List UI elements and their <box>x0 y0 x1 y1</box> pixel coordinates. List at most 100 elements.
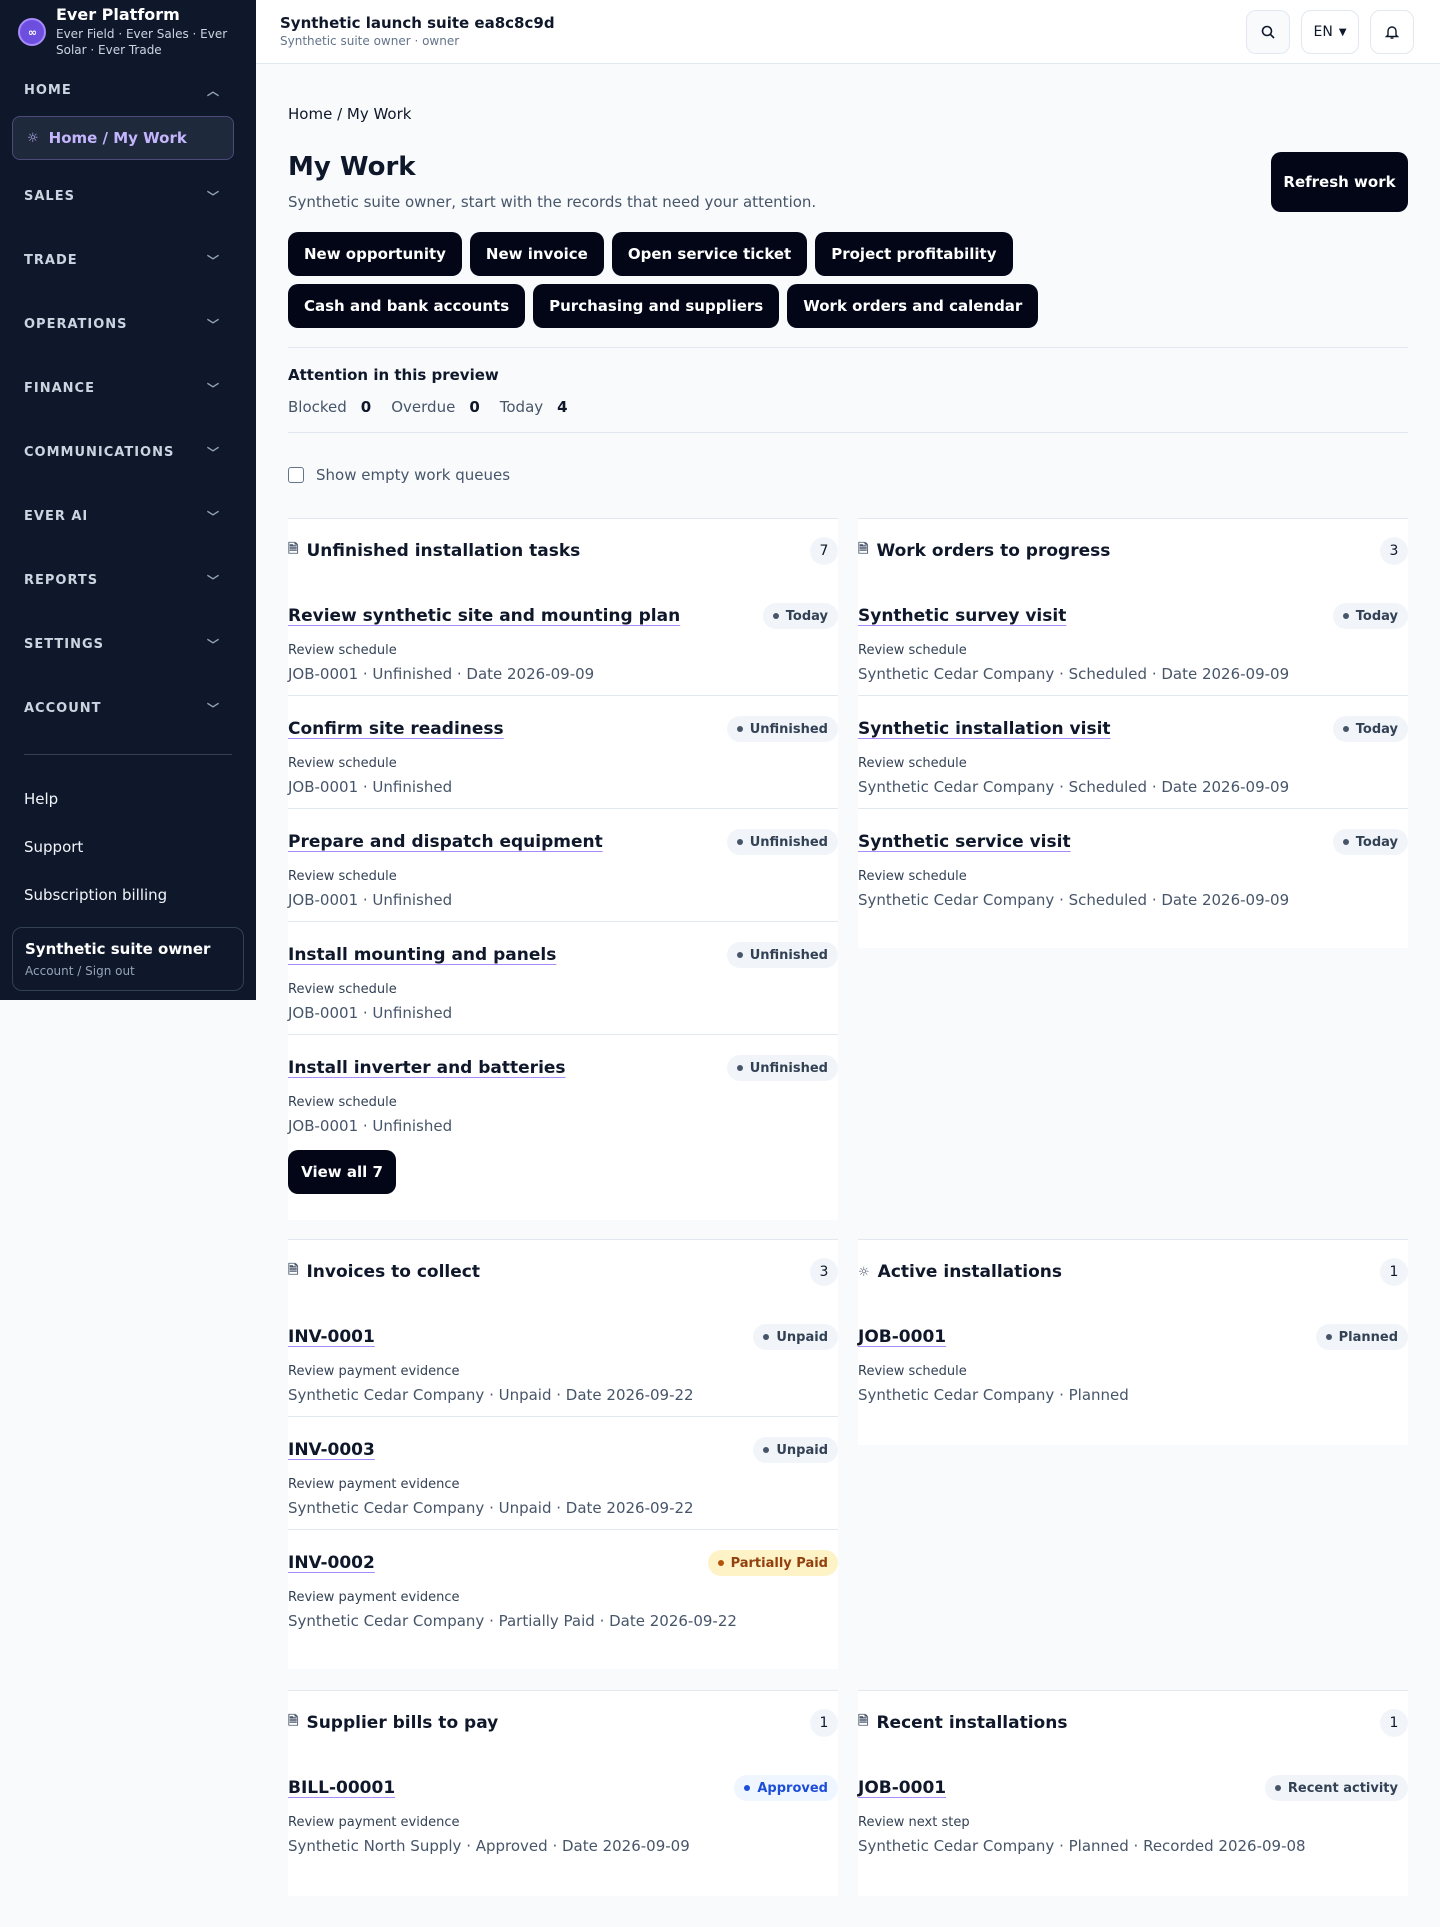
card-title-group: 🗎 Recent installations <box>858 1712 1067 1734</box>
item-link[interactable]: Synthetic installation visit <box>858 719 1111 739</box>
checkbox[interactable] <box>288 467 304 483</box>
item-link[interactable]: Install inverter and batteries <box>288 1058 566 1078</box>
item-meta: Synthetic Cedar Company · Partially Paid… <box>288 1612 737 1630</box>
refresh-work-button[interactable]: Refresh work <box>1271 152 1408 212</box>
document-icon: 🗎 <box>858 542 869 557</box>
nav-section-communications[interactable]: COMMUNICATIONS ﹀ <box>0 420 256 484</box>
item-link[interactable]: JOB-0001 <box>858 1778 946 1798</box>
attention-stats: Blocked 0 Overdue 0 Today 4 <box>288 398 588 416</box>
attention-value: 0 <box>469 398 480 416</box>
item-link[interactable]: Prepare and dispatch equipment <box>288 832 603 852</box>
sun-icon: ☼ <box>858 1264 870 1280</box>
list-item: Synthetic installation visit Today Review … <box>858 696 1408 809</box>
logo-glyph: ∞ <box>27 25 37 39</box>
item-link[interactable]: Confirm site readiness <box>288 719 504 739</box>
status-badge-label: Today <box>1355 834 1398 850</box>
quick-action-button[interactable]: Purchasing and suppliers <box>533 284 780 328</box>
attention-label: Overdue <box>391 398 456 416</box>
nav-section-label: SETTINGS <box>24 636 105 652</box>
support-link[interactable]: Support <box>0 823 256 871</box>
account-name: Synthetic suite owner <box>25 940 211 958</box>
notifications-button[interactable] <box>1370 10 1414 54</box>
document-icon: 🗎 <box>858 1714 869 1729</box>
item-link[interactable]: BILL-00001 <box>288 1778 395 1798</box>
status-badge: Today <box>762 603 838 629</box>
nav-section-trade[interactable]: TRADE ﹀ <box>0 228 256 292</box>
nav-section-settings[interactable]: SETTINGS ﹀ <box>0 612 256 676</box>
chevron-down-icon: ﹀ <box>206 509 220 524</box>
card-supplier-bills: 🗎 Supplier bills to pay 1 BILL-00001 Approve… <box>288 1690 838 1896</box>
search-icon <box>1261 25 1275 39</box>
item-meta: Synthetic Cedar Company · Scheduled · Da… <box>858 665 1290 683</box>
card-header: 🗎 Work orders to progress 3 <box>858 519 1408 583</box>
document-icon: 🗎 <box>288 1263 299 1278</box>
nav-section-label: REPORTS <box>24 572 99 588</box>
quick-action-button[interactable]: New opportunity <box>288 232 462 276</box>
item-meta: JOB-0001 · Unfinished · Date 2026-09-09 <box>288 665 595 683</box>
attention-value: 4 <box>557 398 568 416</box>
count-badge: 3 <box>810 1258 838 1286</box>
item-header: JOB-0001 Planned <box>858 1324 1408 1350</box>
show-empty-queues-toggle[interactable]: Show empty work queues <box>288 466 510 484</box>
subscription-billing-link[interactable]: Subscription billing <box>0 871 256 919</box>
view-all-button[interactable]: View all 7 <box>288 1150 396 1194</box>
nav-section-ever-ai[interactable]: EVER AI ﹀ <box>0 484 256 548</box>
item-header: INV-0003 Unpaid <box>288 1437 838 1463</box>
account-card[interactable]: Synthetic suite owner Account / Sign out <box>12 927 244 991</box>
status-badge-label: Unpaid <box>776 1442 828 1458</box>
brand[interactable]: ∞ Ever Platform Ever Field · Ever Sales … <box>0 0 256 64</box>
item-meta: JOB-0001 · Unfinished <box>288 778 453 796</box>
quick-action-button[interactable]: Open service ticket <box>611 232 808 276</box>
quick-action-button[interactable]: Cash and bank accounts <box>288 284 526 328</box>
nav-section-home[interactable]: HOME ︿ <box>0 64 256 116</box>
status-badge-label: Recent activity <box>1287 1780 1398 1796</box>
nav-section-label: OPERATIONS <box>24 316 128 332</box>
nav-section-operations[interactable]: OPERATIONS ﹀ <box>0 292 256 356</box>
card-header: ☼ Active installations 1 <box>858 1240 1408 1304</box>
quick-action-button[interactable]: New invoice <box>469 232 604 276</box>
status-badge-label: Unfinished <box>749 1060 828 1076</box>
attention-label: Today <box>499 398 544 416</box>
quick-action-button[interactable]: Project profitability <box>815 232 1013 276</box>
list-item: Review synthetic site and mounting plan T… <box>288 583 838 696</box>
nav-section-reports[interactable]: REPORTS ﹀ <box>0 548 256 612</box>
search-button[interactable] <box>1246 10 1290 54</box>
nav-section-label: FINANCE <box>24 380 95 396</box>
nav-section-finance[interactable]: FINANCE ﹀ <box>0 356 256 420</box>
item-link[interactable]: Synthetic service visit <box>858 832 1071 852</box>
language-value: EN <box>1313 24 1333 40</box>
item-action: Review schedule <box>858 869 967 884</box>
status-badge: Unfinished <box>726 942 838 968</box>
item-link[interactable]: JOB-0001 <box>858 1327 946 1347</box>
item-link[interactable]: Synthetic survey visit <box>858 606 1066 626</box>
document-icon: 🗎 <box>288 1714 299 1729</box>
nav-section-label: HOME <box>24 82 72 98</box>
item-header: Review synthetic site and mounting plan T… <box>288 603 838 629</box>
quick-action-button[interactable]: Work orders and calendar <box>787 284 1039 328</box>
list-item: Prepare and dispatch equipment Unfinished… <box>288 809 838 922</box>
language-select[interactable]: EN ▼ <box>1301 10 1359 54</box>
item-link[interactable]: INV-0002 <box>288 1553 375 1573</box>
list-item: INV-0002 Partially Paid Review payment evi… <box>288 1530 838 1643</box>
chevron-down-icon: ﹀ <box>206 701 220 716</box>
card-title-group: 🗎 Supplier bills to pay <box>288 1712 498 1734</box>
status-badge: Today <box>1332 716 1408 742</box>
chevron-down-icon: ﹀ <box>206 637 220 652</box>
card-title-group: 🗎 Invoices to collect <box>288 1261 480 1283</box>
item-link[interactable]: Review synthetic site and mounting plan <box>288 606 680 626</box>
card-title-group: ☼ Active installations <box>858 1262 1062 1282</box>
item-link[interactable]: INV-0003 <box>288 1440 375 1460</box>
item-link[interactable]: Install mounting and panels <box>288 945 556 965</box>
card-recent-installations: 🗎 Recent installations 1 JOB-0001 Recent act… <box>858 1690 1408 1896</box>
chevron-down-icon: ﹀ <box>206 253 220 268</box>
item-link[interactable]: INV-0001 <box>288 1327 375 1347</box>
chevron-down-icon: ▼ <box>1338 26 1347 38</box>
nav-section-account[interactable]: ACCOUNT ﹀ <box>0 676 256 740</box>
nav-item-my-work[interactable]: ☼ Home / My Work <box>12 116 234 160</box>
status-badge-label: Partially Paid <box>730 1555 828 1571</box>
attention-label: Blocked <box>288 398 347 416</box>
help-link[interactable]: Help <box>0 775 256 823</box>
card-header: 🗎 Invoices to collect 3 <box>288 1240 838 1304</box>
nav-section-sales[interactable]: SALES ﹀ <box>0 164 256 228</box>
status-badge: Unfinished <box>726 716 838 742</box>
